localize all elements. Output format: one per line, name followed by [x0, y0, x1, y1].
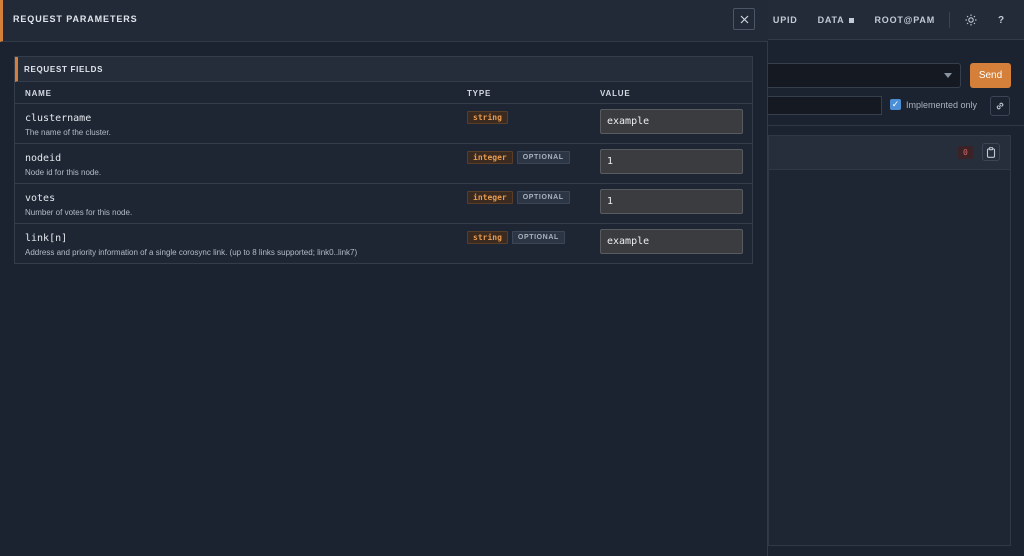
copy-link-button[interactable]: [990, 96, 1010, 116]
divider: [768, 125, 1024, 126]
field-description: The name of the cluster.: [25, 128, 111, 137]
optional-badge: OPTIONAL: [516, 191, 570, 204]
section-header: REQUEST FIELDS: [15, 57, 752, 82]
field-type: integer OPTIONAL: [467, 191, 570, 204]
field-name: link[n]: [25, 233, 68, 244]
field-description: Number of votes for this node.: [25, 208, 133, 217]
close-icon: [740, 15, 748, 23]
section-title: REQUEST FIELDS: [24, 65, 104, 74]
table-row: link[n] Address and priority information…: [15, 224, 752, 264]
request-parameters-modal: REQUEST PARAMETERS REQUEST FIELDS NAME T…: [0, 0, 768, 556]
field-type: string: [467, 111, 508, 124]
field-name: votes: [25, 193, 56, 204]
implemented-only-toggle[interactable]: ✓ Implemented only: [890, 99, 977, 110]
close-button[interactable]: [733, 8, 755, 30]
votes-input[interactable]: [600, 189, 743, 214]
type-badge: string: [467, 111, 508, 124]
type-badge: string: [467, 231, 508, 244]
request-fields-table: REQUEST FIELDS NAME TYPE VALUE clusterna…: [14, 56, 753, 264]
nav-data-label: DATA: [817, 15, 845, 25]
modal-header: REQUEST PARAMETERS: [0, 0, 768, 42]
column-headers: NAME TYPE VALUE: [15, 82, 752, 104]
table-row: clustername The name of the cluster. str…: [15, 104, 752, 144]
column-header-type: TYPE: [467, 89, 492, 98]
link-icon: [996, 102, 1004, 110]
square-icon: [849, 17, 855, 23]
nav-upid-label: UPID: [772, 15, 798, 25]
nav-upid[interactable]: UPID: [773, 15, 798, 25]
send-button[interactable]: Send: [970, 63, 1011, 88]
field-description: Node id for this node.: [25, 168, 102, 177]
link-input[interactable]: [600, 229, 743, 254]
table-row: nodeid Node id for this node. integer OP…: [15, 144, 752, 184]
type-badge: integer: [467, 151, 513, 164]
copy-response-button[interactable]: [982, 143, 1000, 161]
help-icon: ?: [997, 14, 1005, 26]
nodeid-input[interactable]: [600, 149, 743, 174]
response-panel: 0: [768, 135, 1011, 546]
field-type: integer OPTIONAL: [467, 151, 570, 164]
field-description: Address and priority information of a si…: [25, 248, 358, 257]
optional-badge: OPTIONAL: [511, 231, 565, 244]
endpoint-select[interactable]: [755, 63, 961, 88]
clustername-input[interactable]: [600, 109, 743, 134]
nav-data[interactable]: DATA: [818, 15, 855, 25]
checkbox-checked-icon[interactable]: ✓: [890, 99, 901, 110]
table-row: votes Number of votes for this node. int…: [15, 184, 752, 224]
clipboard-icon: [986, 146, 996, 158]
field-name: clustername: [25, 113, 92, 124]
implemented-only-label: Implemented only: [906, 99, 978, 110]
response-panel-header: 0: [769, 136, 1010, 170]
nav-divider: [949, 12, 950, 28]
theme-toggle-button[interactable]: [962, 11, 980, 29]
column-header-name: NAME: [25, 89, 52, 98]
top-nav: UPID DATA ROOT@PAM ?: [753, 0, 1010, 40]
filter-input[interactable]: [755, 96, 882, 115]
caret-down-icon: [944, 73, 952, 78]
nav-user-label: ROOT@PAM: [874, 15, 935, 25]
help-button[interactable]: ?: [992, 11, 1010, 29]
modal-title: REQUEST PARAMETERS: [13, 14, 138, 24]
sun-icon: [965, 14, 977, 26]
type-badge: integer: [467, 191, 513, 204]
nav-user[interactable]: ROOT@PAM: [874, 15, 935, 25]
column-header-value: VALUE: [600, 89, 631, 98]
field-type: string OPTIONAL: [467, 231, 565, 244]
count-badge: 0: [958, 146, 973, 159]
optional-badge: OPTIONAL: [516, 151, 570, 164]
field-name: nodeid: [25, 153, 62, 164]
